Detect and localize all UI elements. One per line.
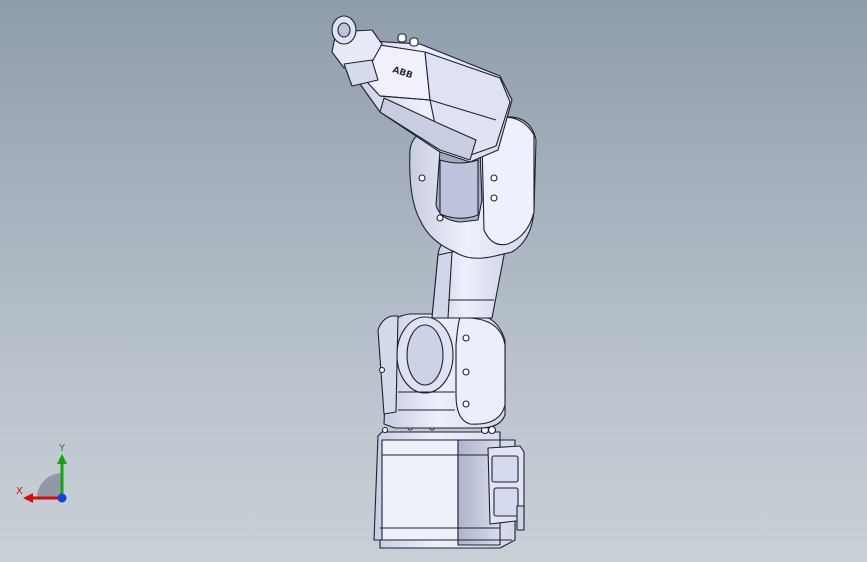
origin-icon (57, 493, 67, 503)
coordinate-triad (23, 454, 67, 503)
y-axis-label: Y (59, 443, 66, 454)
x-axis-label: X (16, 486, 23, 497)
robot-shoulder (377, 313, 506, 429)
triad-plane-icon (37, 473, 62, 498)
robot-arm-model[interactable]: ABB (0, 0, 867, 562)
robot-base (373, 425, 525, 549)
graphics-viewport[interactable]: ABB X Y (0, 0, 867, 562)
